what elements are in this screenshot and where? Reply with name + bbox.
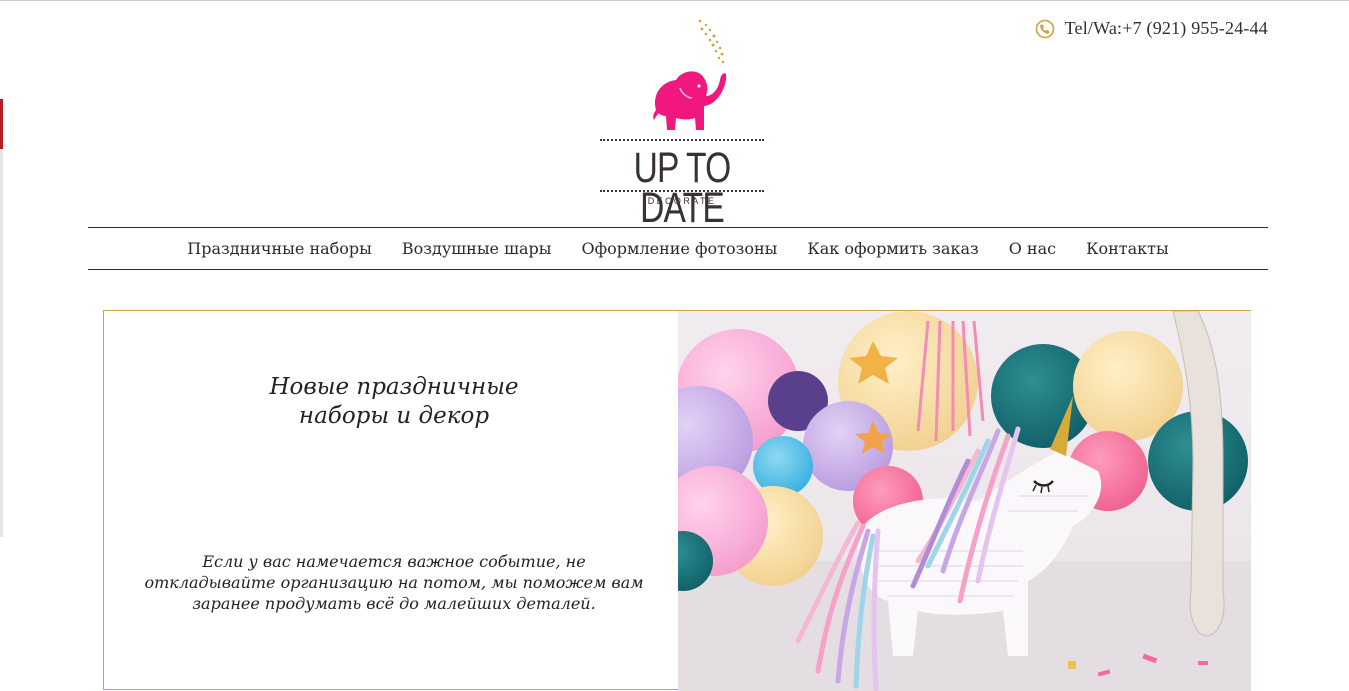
hero-panel: Новые праздничные наборы и декор Если у … xyxy=(103,310,1251,691)
phone-number: Tel/Wa:+7 (921) 955-24-44 xyxy=(1064,18,1268,38)
nav-item-balloons[interactable]: Воздушные шары xyxy=(402,239,552,258)
phone-contact[interactable]: Tel/Wa:+7 (921) 955-24-44 xyxy=(1035,18,1268,39)
site-logo[interactable]: UP TO DATE DECORATE xyxy=(596,16,768,230)
nav-item-contacts[interactable]: Контакты xyxy=(1086,239,1169,258)
nav-item-how-to-order[interactable]: Как оформить заказ xyxy=(807,239,978,258)
hero-title: Новые праздничные наборы и декор xyxy=(104,373,684,431)
nav-item-about[interactable]: О нас xyxy=(1009,239,1056,258)
main-nav: Праздничные наборы Воздушные шары Оформл… xyxy=(88,227,1268,270)
nav-item-holiday-sets[interactable]: Праздничные наборы xyxy=(187,239,372,258)
left-scroll-rail xyxy=(0,149,3,537)
hero-photo-unicorn-pinata xyxy=(678,311,1251,691)
left-accent-bar xyxy=(0,99,3,149)
unicorn-photo-illustration xyxy=(678,311,1251,691)
elephant-logo xyxy=(653,19,727,130)
logo-wordmark: UP TO DATE xyxy=(633,144,732,232)
hero-text-block: Новые праздничные наборы и декор Если у … xyxy=(104,311,679,689)
top-border xyxy=(0,0,1349,1)
hero-title-line-2: наборы и декор xyxy=(298,403,490,429)
logo-subtitle: DECORATE xyxy=(647,196,717,206)
phone-icon xyxy=(1035,19,1054,38)
hero-title-line-1: Новые праздничные xyxy=(269,374,519,400)
hero-description: Если у вас намечается важное событие, не… xyxy=(144,552,644,613)
logo-dotted-rule-bottom xyxy=(600,190,764,192)
nav-item-photozone[interactable]: Оформление фотозоны xyxy=(582,239,778,258)
logo-dotted-rule-top xyxy=(600,139,764,141)
